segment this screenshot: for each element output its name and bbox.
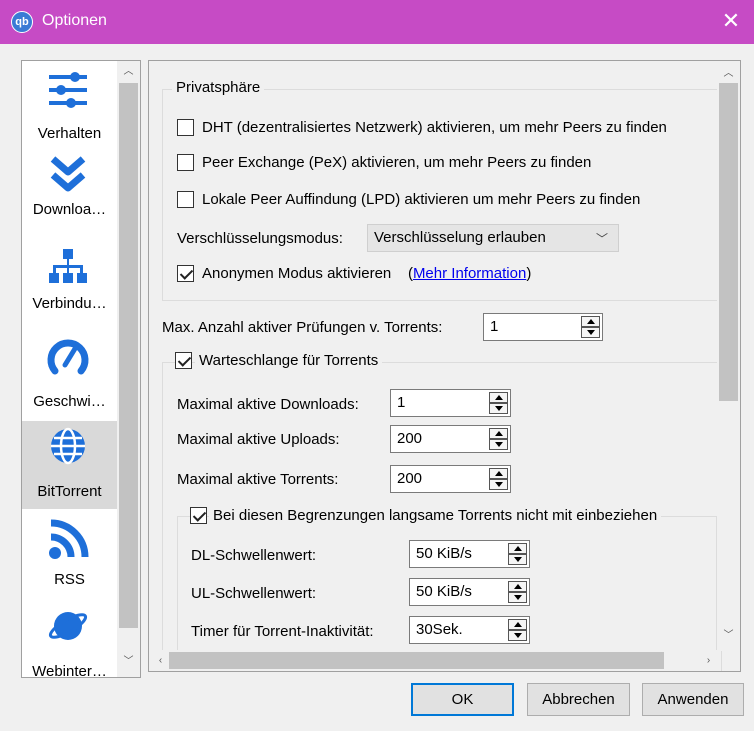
max-torrents-label: Maximal aktive Torrents: bbox=[177, 471, 339, 488]
ul-threshold-spinbox[interactable]: 50 KiB/s bbox=[409, 578, 530, 606]
sidebar-item-label: Downloa… bbox=[32, 201, 107, 218]
max-uploads-value: 200 bbox=[397, 430, 423, 447]
dl-threshold-spinbox[interactable]: 50 KiB/s bbox=[409, 540, 530, 568]
sidebar-item-geschwindigkeit[interactable]: Geschwi… bbox=[22, 325, 117, 415]
pex-label: Peer Exchange (PeX) aktivieren, um mehr … bbox=[202, 154, 592, 171]
vertical-scrollbar-thumb[interactable] bbox=[719, 83, 738, 401]
anonymous-mode-text: Anonymen Modus aktivieren bbox=[202, 265, 392, 282]
privacy-group-title: Privatsphäre bbox=[172, 79, 265, 96]
queue-checkbox[interactable] bbox=[175, 352, 192, 369]
cancel-button[interactable]: Abbrechen bbox=[527, 683, 630, 716]
sidebar-item-rss[interactable]: RSS bbox=[22, 511, 117, 599]
spin-down-icon[interactable] bbox=[508, 592, 527, 603]
title-bar: qb Optionen ✕ bbox=[0, 0, 754, 44]
scroll-up-icon[interactable]: ︿ bbox=[719, 65, 738, 83]
max-downloads-value: 1 bbox=[397, 394, 406, 411]
downloads-icon bbox=[50, 156, 86, 192]
pex-checkbox[interactable] bbox=[177, 154, 194, 171]
rss-icon bbox=[49, 519, 89, 559]
max-uploads-label: Maximal aktive Uploads: bbox=[177, 431, 340, 448]
sidebar-item-webinterface[interactable]: Webinter… bbox=[22, 599, 117, 678]
close-button[interactable]: ✕ bbox=[718, 8, 744, 34]
content-horizontal-scrollbar[interactable]: ‹ › bbox=[149, 650, 719, 671]
scroll-up-icon[interactable]: ︿ bbox=[119, 63, 138, 81]
scroll-down-icon[interactable]: ﹀ bbox=[719, 627, 738, 645]
dl-threshold-value: 50 KiB/s bbox=[416, 545, 472, 562]
encryption-mode-value: Verschlüsselung erlauben bbox=[374, 229, 546, 246]
spin-up-icon[interactable] bbox=[489, 468, 508, 479]
sidebar-item-label: Geschwi… bbox=[33, 393, 106, 410]
spin-up-icon[interactable] bbox=[489, 428, 508, 439]
ok-button[interactable]: OK bbox=[411, 683, 514, 716]
spin-down-icon[interactable] bbox=[489, 479, 508, 490]
ul-threshold-label: UL-Schwellenwert: bbox=[191, 585, 317, 602]
window-title: Optionen bbox=[42, 12, 107, 29]
sliders-icon bbox=[49, 72, 87, 108]
sidebar-scrollbar[interactable]: ︿ ﹀ bbox=[117, 61, 140, 677]
sidebar-item-bittorrent[interactable]: BitTorrent bbox=[22, 421, 117, 509]
anonymous-mode-checkbox[interactable] bbox=[177, 265, 194, 282]
max-torrents-value: 200 bbox=[397, 470, 423, 487]
max-checks-value: 1 bbox=[490, 318, 499, 335]
horizontal-scrollbar-thumb[interactable] bbox=[169, 652, 664, 669]
dht-label: DHT (dezentralisiertes Netzwerk) aktivie… bbox=[202, 119, 667, 136]
sidebar-item-label: Verbindu… bbox=[32, 295, 107, 312]
more-information-link[interactable]: Mehr Information bbox=[413, 265, 526, 282]
lpd-checkbox[interactable] bbox=[177, 191, 194, 208]
scroll-down-icon[interactable]: ﹀ bbox=[119, 653, 138, 671]
spin-down-icon[interactable] bbox=[581, 327, 600, 338]
chevron-down-icon: ﹀ bbox=[595, 232, 608, 246]
lpd-label: Lokale Peer Auffindung (LPD) aktivieren … bbox=[202, 191, 641, 208]
planet-icon bbox=[48, 612, 88, 640]
spin-up-icon[interactable] bbox=[489, 392, 508, 403]
sidebar-item-downloads[interactable]: Downloa… bbox=[22, 149, 117, 237]
sidebar-item-label: RSS bbox=[54, 571, 85, 588]
scroll-left-icon[interactable]: ‹ bbox=[151, 652, 170, 670]
spin-up-icon[interactable] bbox=[508, 543, 527, 554]
dht-checkbox[interactable] bbox=[177, 119, 194, 136]
anonymous-mode-label: Anonymen Modus aktivieren (Mehr Informat… bbox=[202, 265, 531, 282]
globe-icon bbox=[51, 427, 85, 465]
ul-threshold-value: 50 KiB/s bbox=[416, 583, 472, 600]
encryption-mode-label: Verschlüsselungsmodus: bbox=[177, 230, 343, 247]
spin-down-icon[interactable] bbox=[508, 630, 527, 641]
max-torrents-spinbox[interactable]: 200 bbox=[390, 465, 511, 493]
spin-down-icon[interactable] bbox=[489, 439, 508, 450]
inactivity-timer-label: Timer für Torrent-Inaktivität: bbox=[191, 623, 374, 640]
options-window: qb Optionen ✕ Verhalten Downloa… Verbind… bbox=[0, 0, 754, 731]
sidebar-scrollbar-thumb[interactable] bbox=[119, 83, 138, 628]
spin-up-icon[interactable] bbox=[508, 581, 527, 592]
inactivity-timer-spinbox[interactable]: 30Sek. bbox=[409, 616, 530, 644]
more-info-close-paren: ) bbox=[526, 265, 532, 282]
spin-down-icon[interactable] bbox=[508, 554, 527, 565]
sidebar-item-verhalten[interactable]: Verhalten bbox=[22, 61, 117, 149]
max-uploads-spinbox[interactable]: 200 bbox=[390, 425, 511, 453]
max-checks-label: Max. Anzahl aktiver Prüfungen v. Torrent… bbox=[162, 319, 443, 336]
slow-torrents-title: Bei diesen Begrenzungen langsame Torrent… bbox=[209, 507, 662, 524]
apply-button[interactable]: Anwenden bbox=[642, 683, 744, 716]
max-checks-spinbox[interactable]: 1 bbox=[483, 313, 603, 341]
max-downloads-spinbox[interactable]: 1 bbox=[390, 389, 511, 417]
settings-panel: Privatsphäre DHT (dezentralisiertes Netz… bbox=[148, 60, 741, 672]
category-list: Verhalten Downloa… Verbindu… Geschwi… Bi… bbox=[21, 60, 141, 678]
sidebar-item-verbindung[interactable]: Verbindu… bbox=[22, 237, 117, 325]
spin-up-icon[interactable] bbox=[508, 619, 527, 630]
queue-group-title: Warteschlange für Torrents bbox=[195, 352, 383, 369]
encryption-mode-select[interactable]: Verschlüsselung erlauben ﹀ bbox=[367, 224, 619, 252]
sidebar-item-label: Verhalten bbox=[37, 125, 102, 142]
qbittorrent-app-icon: qb bbox=[11, 11, 33, 33]
content-vertical-scrollbar[interactable]: ︿ ﹀ bbox=[717, 61, 740, 651]
sidebar-item-label: Webinter… bbox=[32, 663, 107, 678]
speedometer-icon bbox=[47, 339, 89, 375]
scroll-right-icon[interactable]: › bbox=[699, 652, 718, 670]
max-downloads-label: Maximal aktive Downloads: bbox=[177, 396, 359, 413]
spin-down-icon[interactable] bbox=[489, 403, 508, 414]
sidebar-item-label: BitTorrent bbox=[37, 483, 102, 500]
slow-torrents-checkbox[interactable] bbox=[190, 507, 207, 524]
inactivity-timer-value: 30Sek. bbox=[416, 621, 463, 638]
dl-threshold-label: DL-Schwellenwert: bbox=[191, 547, 317, 564]
network-icon bbox=[49, 249, 87, 283]
spin-up-icon[interactable] bbox=[581, 316, 600, 327]
